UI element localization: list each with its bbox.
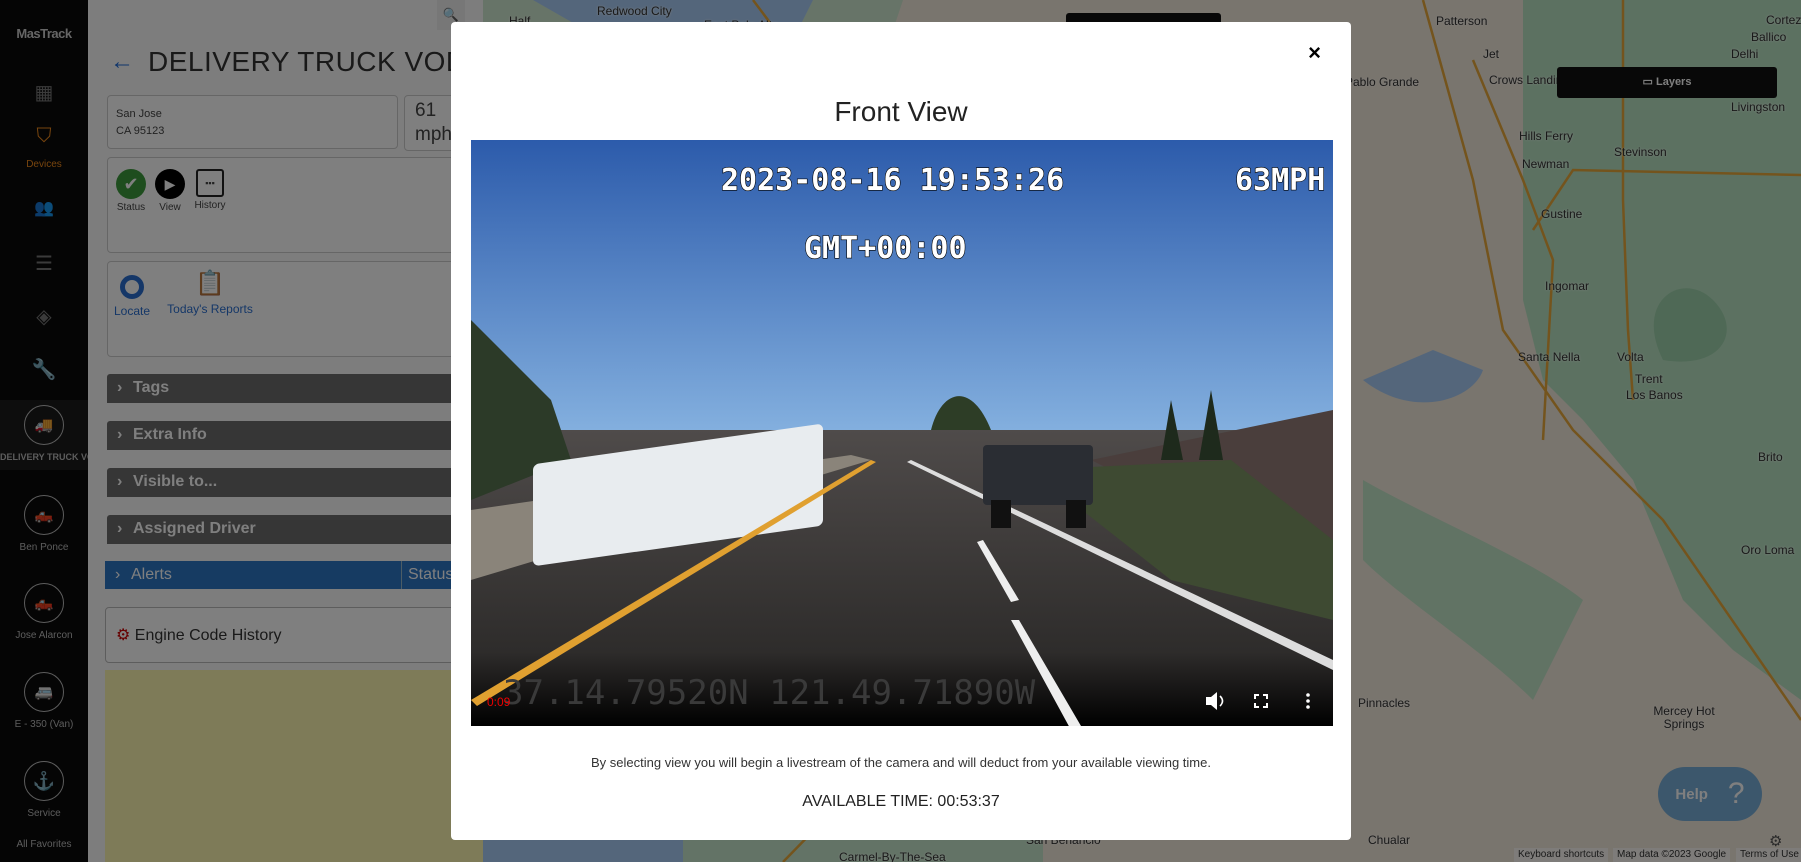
osd-coordinates: 37.14.79520N 121.49.71890W [503,673,1036,713]
available-time: AVAILABLE TIME: 00:53:37 [802,793,1000,810]
more-options-icon[interactable] [1306,693,1310,709]
osd-datetime: 2023-08-16 19:53:26 [721,163,1064,198]
osd-speed: 63MPH [1235,163,1325,198]
livestream-note: By selecting view you will begin a lives… [591,755,1211,770]
close-icon[interactable]: × [1308,40,1321,66]
front-view-modal: × Front View 2023-08-16 19:53:26 63MPH G… [451,22,1351,840]
modal-title: Front View [834,96,968,127]
camera-video[interactable]: 2023-08-16 19:53:26 63MPH GMT+00:00 37.1… [471,140,1333,726]
osd-timezone: GMT+00:00 [804,231,967,266]
video-frame: 2023-08-16 19:53:26 63MPH GMT+00:00 37.1… [471,140,1333,726]
video-time: 0:09 [487,695,511,709]
